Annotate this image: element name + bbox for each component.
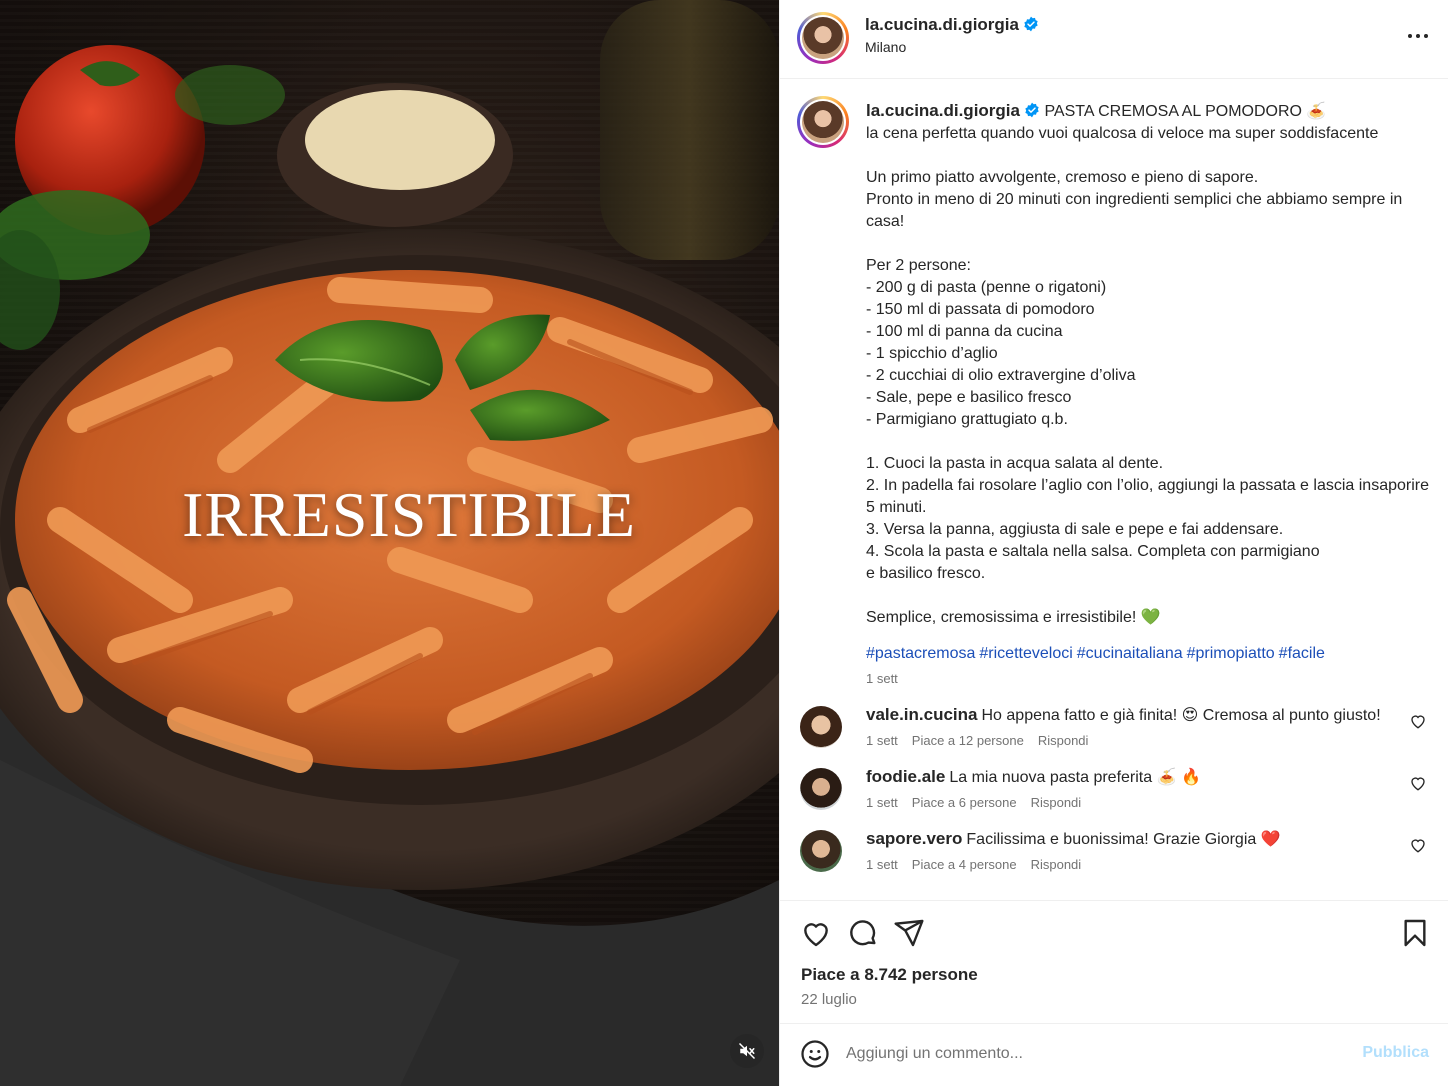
likes-count[interactable]: Piace a 8.742 persone xyxy=(801,965,978,985)
author-username[interactable]: la.cucina.di.giorgia xyxy=(865,15,1019,34)
comments-scroll-area[interactable]: la.cucina.di.giorgia PASTA CREMOSA AL PO… xyxy=(780,80,1448,900)
commenter-avatar[interactable] xyxy=(800,706,842,748)
comment-likes[interactable]: Piace a 12 persone xyxy=(912,733,1024,748)
comment-item: vale.in.cucina Ho appena fatto e già fini… xyxy=(780,704,1448,748)
post-panel: la.cucina.di.giorgia Milano la.cucina.di… xyxy=(779,0,1448,1086)
verified-badge-icon xyxy=(1024,16,1038,32)
caption-author-avatar[interactable] xyxy=(797,96,849,148)
commenter-avatar[interactable] xyxy=(800,768,842,810)
overlay-caption: IRRESISTIBILE xyxy=(182,479,636,550)
comment-icon[interactable] xyxy=(847,917,879,949)
caption-body: la cena perfetta quando vuoi qualcosa di… xyxy=(866,125,1430,626)
more-options-icon[interactable] xyxy=(1406,24,1430,48)
comment-text: Facilissima e buonissima! Grazie Giorgia… xyxy=(966,831,1281,848)
publish-button[interactable]: Pubblica xyxy=(1362,1044,1429,1062)
hashtag-link[interactable]: #pastacremosa xyxy=(866,645,975,662)
share-icon[interactable] xyxy=(893,917,925,949)
hashtag-link[interactable]: #ricetteveloci xyxy=(979,645,1072,662)
comment-item: sapore.vero Facilissima e buonissima! Gra… xyxy=(780,828,1448,872)
add-comment-bar: Pubblica xyxy=(780,1025,1448,1086)
reply-button[interactable]: Rispondi xyxy=(1038,733,1089,748)
comment-likes[interactable]: Piace a 4 persone xyxy=(912,857,1017,872)
hashtag-link[interactable]: #primopiatto xyxy=(1187,645,1275,662)
comment-heart-icon[interactable] xyxy=(1409,774,1427,792)
comment-meta: 1 sett Piace a 4 persone Rispondi xyxy=(866,857,1389,872)
emoji-icon[interactable] xyxy=(800,1039,830,1069)
reply-button[interactable]: Rispondi xyxy=(1031,795,1082,810)
comment-heart-icon[interactable] xyxy=(1409,836,1427,854)
post-actions: Piace a 8.742 persone 22 luglio xyxy=(780,900,1448,1024)
bookmark-icon[interactable] xyxy=(1399,917,1431,949)
caption-title: PASTA CREMOSA AL POMODORO 🍝 xyxy=(1044,103,1327,120)
comment-likes[interactable]: Piace a 6 persone xyxy=(912,795,1017,810)
comment-heart-icon[interactable] xyxy=(1409,712,1427,730)
hashtag-list: #pastacremosa #ricetteveloci #cucinaitalia… xyxy=(866,643,1433,665)
mute-icon xyxy=(738,1042,756,1060)
reply-button[interactable]: Rispondi xyxy=(1031,857,1082,872)
caption-username[interactable]: la.cucina.di.giorgia xyxy=(866,101,1020,120)
comment-input[interactable] xyxy=(846,1039,1326,1069)
post-header: la.cucina.di.giorgia Milano xyxy=(780,0,1448,79)
commenter-avatar[interactable] xyxy=(800,830,842,872)
commenter-username[interactable]: foodie.ale xyxy=(866,767,945,786)
commenter-username[interactable]: sapore.vero xyxy=(866,829,962,848)
comment-time: 1 sett xyxy=(866,795,898,810)
author-avatar[interactable] xyxy=(797,12,849,64)
comment-time: 1 sett xyxy=(866,733,898,748)
caption-text: la.cucina.di.giorgia PASTA CREMOSA AL PO… xyxy=(866,100,1433,629)
hashtag-link[interactable]: #cucinaitaliana xyxy=(1077,645,1183,662)
post-caption: la.cucina.di.giorgia PASTA CREMOSA AL PO… xyxy=(780,80,1448,686)
post-date: 22 luglio xyxy=(801,991,857,1008)
commenter-username[interactable]: vale.in.cucina xyxy=(866,705,978,724)
caption-timestamp: 1 sett xyxy=(866,671,898,686)
comment-meta: 1 sett Piace a 12 persone Rispondi xyxy=(866,733,1389,748)
comment-item: foodie.ale La mia nuova pasta preferita 🍝… xyxy=(780,766,1448,810)
post-location[interactable]: Milano xyxy=(865,39,1039,55)
post-media[interactable]: IRRESISTIBILE xyxy=(0,0,779,1086)
mute-button[interactable] xyxy=(730,1034,764,1068)
comment-time: 1 sett xyxy=(866,857,898,872)
verified-badge-icon xyxy=(1025,102,1039,118)
hashtag-link[interactable]: #facile xyxy=(1279,645,1325,662)
comment-meta: 1 sett Piace a 6 persone Rispondi xyxy=(866,795,1389,810)
comment-text: Ho appena fatto e già finita! 😍 Cremosa … xyxy=(981,707,1381,724)
heart-icon[interactable] xyxy=(800,917,832,949)
comment-text: La mia nuova pasta preferita 🍝 🔥 xyxy=(949,769,1201,786)
